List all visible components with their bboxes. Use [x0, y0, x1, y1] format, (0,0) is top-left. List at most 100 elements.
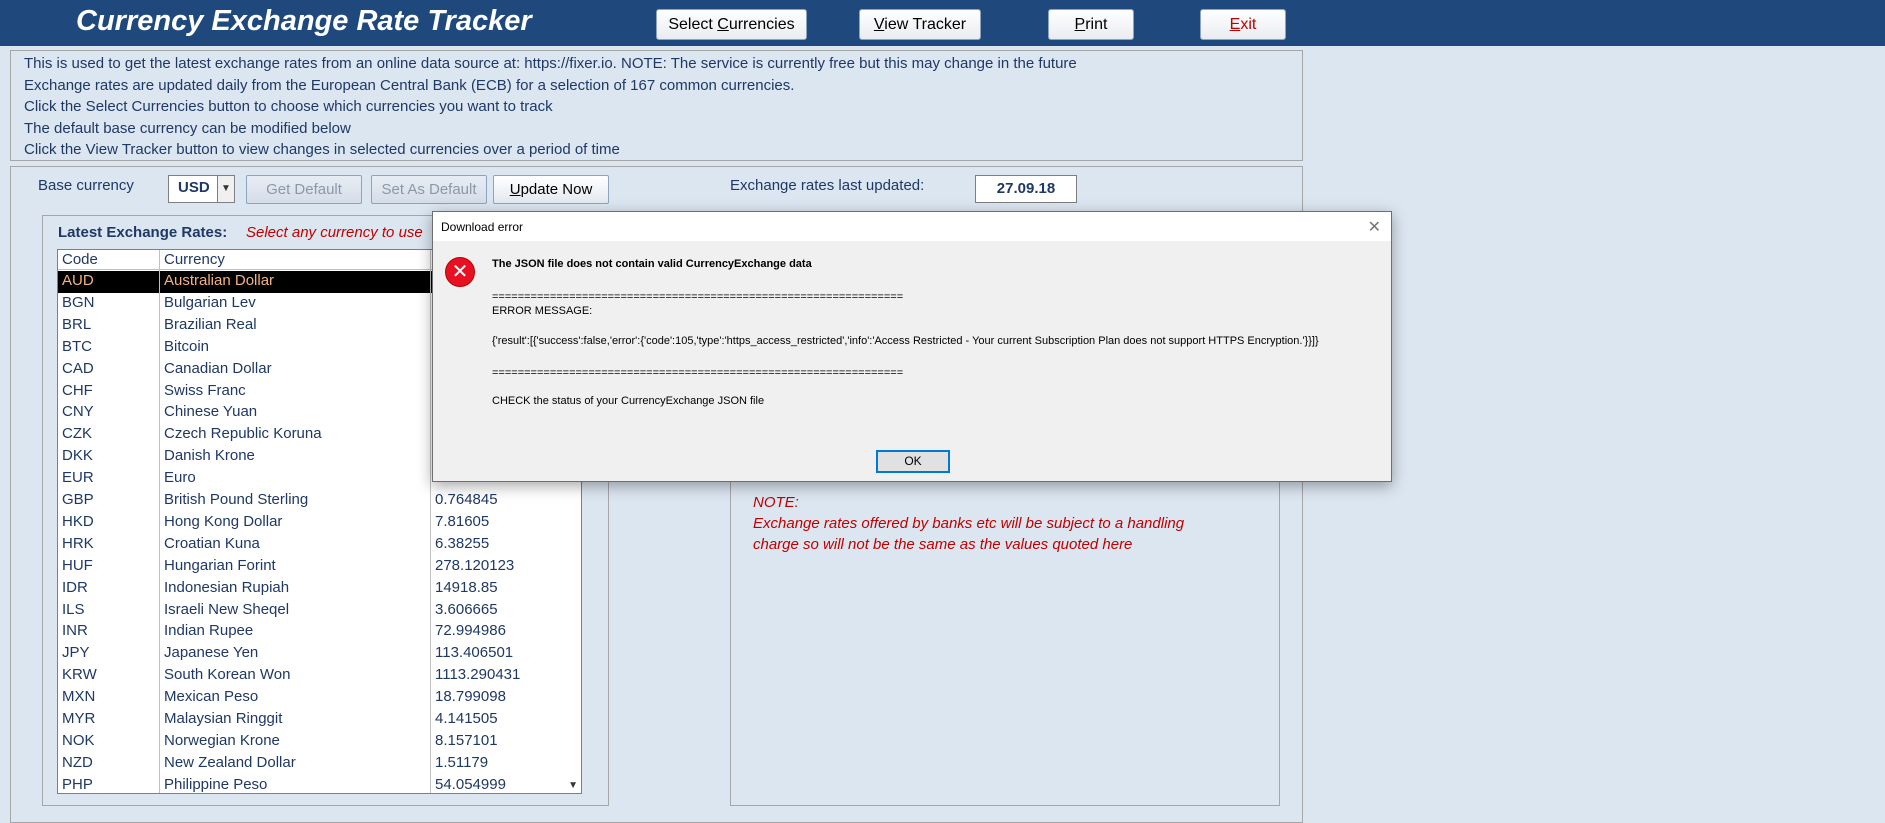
table-row[interactable]: NOK Norwegian Krone 8.157101 — [58, 731, 566, 753]
cell-currency: British Pound Sterling — [164, 491, 309, 508]
cell-rate: 8.157101 — [435, 731, 498, 749]
cell-rate: 278.120123 — [435, 556, 515, 574]
table-row[interactable]: MXN Mexican Peso 18.799098 — [58, 687, 566, 709]
cell-currency: Israeli New Sheqel — [164, 600, 290, 618]
last-updated-value: 27.09.18 — [975, 175, 1077, 203]
update-now-label-post: pdate Now — [520, 181, 593, 198]
ok-button[interactable]: OK — [876, 450, 950, 473]
table-row[interactable]: HRK Croatian Kuna 6.38255 — [58, 534, 566, 556]
base-currency-select[interactable]: USD ▼ — [168, 175, 235, 203]
dialog-footer: CHECK the status of your CurrencyExchang… — [492, 395, 765, 407]
note-text: charge so will not be the same as the va… — [753, 536, 1133, 553]
last-updated-label: Exchange rates last updated: — [730, 177, 925, 194]
info-line: Exchange rates are updated daily from th… — [24, 77, 795, 94]
table-row[interactable]: PHP Philippine Peso 54.054999 — [58, 775, 566, 793]
set-as-default-button[interactable]: Set As Default — [371, 175, 487, 204]
print-label-post: rint — [1085, 16, 1108, 33]
cell-currency: Malaysian Ringgit — [164, 710, 283, 727]
exit-button[interactable]: Exit — [1200, 9, 1286, 40]
info-line: Click the Select Currencies button to ch… — [24, 98, 553, 115]
cell-currency: Euro — [164, 469, 196, 487]
cell-code: GBP — [62, 491, 94, 508]
table-row[interactable]: HUF Hungarian Forint 278.120123 — [58, 556, 566, 578]
info-line: Click the View Tracker button to view ch… — [24, 141, 620, 158]
cell-code: INR — [62, 622, 88, 640]
column-divider — [430, 250, 431, 793]
cell-code: JPY — [62, 644, 90, 662]
cell-currency: Canadian Dollar — [164, 359, 272, 377]
cell-code: BGN — [62, 293, 95, 311]
cell-code: BRL — [62, 315, 92, 333]
print-button[interactable]: Print — [1048, 9, 1134, 40]
cell-code: PHP — [62, 775, 93, 793]
select-currencies-button[interactable]: Select Currencies — [656, 9, 807, 40]
table-row[interactable]: ILS Israeli New Sheqel 3.606665 — [58, 600, 566, 622]
close-icon[interactable]: ✕ — [1368, 217, 1381, 237]
note-text: Exchange rates offered by banks etc will… — [753, 515, 1185, 532]
dialog-error-message: {'result':[{'success':false,'error':{'co… — [492, 335, 1319, 347]
rates-title: Latest Exchange Rates: — [58, 224, 228, 241]
cell-rate: 6.38255 — [435, 534, 490, 552]
chevron-down-icon[interactable]: ▼ — [568, 780, 578, 791]
dialog-heading: The JSON file does not contain valid Cur… — [492, 258, 812, 270]
title-bar: Currency Exchange Rate Tracker Select Cu… — [0, 0, 1885, 46]
table-row[interactable]: IDR Indonesian Rupiah 14918.85 — [58, 578, 566, 600]
dialog-titlebar: Download error ✕ — [433, 212, 1391, 241]
select-currencies-label-post: urrencies — [728, 16, 795, 33]
table-row[interactable]: MYR Malaysian Ringgit 4.141505 — [58, 709, 566, 731]
cell-code: NOK — [62, 731, 95, 749]
info-line: The default base currency can be modifie… — [24, 120, 351, 137]
download-error-dialog: Download error ✕ ✕ The JSON file does no… — [432, 211, 1392, 482]
cell-currency: Indian Rupee — [164, 622, 254, 640]
cell-currency: Chinese Yuan — [164, 403, 258, 421]
cell-currency: Swiss Franc — [164, 381, 246, 399]
cell-code: MYR — [62, 710, 96, 727]
column-divider — [159, 250, 160, 793]
dialog-title: Download error — [441, 220, 524, 234]
cell-rate: 4.141505 — [435, 710, 498, 727]
table-row[interactable]: GBP British Pound Sterling 0.764845 — [58, 490, 566, 512]
print-label-accel: P — [1074, 16, 1086, 33]
chevron-down-icon[interactable]: ▼ — [217, 176, 234, 202]
update-now-button[interactable]: Update Now — [493, 175, 609, 204]
cell-code: NZD — [62, 753, 93, 771]
select-currencies-label-pre: Select — [668, 16, 718, 33]
cell-code: HRK — [62, 534, 94, 552]
cell-currency: Czech Republic Koruna — [164, 425, 322, 443]
rates-hint: Select any currency to use — [246, 224, 423, 241]
cell-rate: 1113.290431 — [435, 666, 521, 684]
cell-currency: Philippine Peso — [164, 775, 268, 793]
table-row[interactable]: INR Indian Rupee 72.994986 — [58, 621, 566, 643]
cell-code: ILS — [62, 600, 85, 618]
cell-rate: 3.606665 — [435, 600, 498, 618]
error-icon: ✕ — [445, 257, 475, 287]
cell-code: CAD — [62, 359, 94, 377]
cell-currency: Norwegian Krone — [164, 731, 280, 749]
cell-currency: Mexican Peso — [164, 688, 259, 706]
cell-code: CHF — [62, 381, 93, 399]
cell-code: KRW — [62, 666, 97, 684]
get-default-button[interactable]: Get Default — [246, 175, 362, 204]
dialog-separator: ========================================… — [492, 291, 904, 303]
table-row[interactable]: JPY Japanese Yen 113.406501 — [58, 643, 566, 665]
dialog-error-label: ERROR MESSAGE: — [492, 305, 593, 317]
app-title: Currency Exchange Rate Tracker — [76, 5, 532, 37]
cell-code: AUD — [62, 272, 94, 289]
exit-label-accel: E — [1229, 16, 1241, 33]
column-header-code: Code — [62, 251, 98, 268]
info-line: This is used to get the latest exchange … — [24, 55, 1077, 72]
cell-currency: New Zealand Dollar — [164, 753, 296, 771]
view-tracker-button[interactable]: View Tracker — [859, 9, 981, 40]
dialog-separator: ========================================… — [492, 367, 904, 379]
view-tracker-label-accel: V — [873, 16, 885, 33]
cell-code: MXN — [62, 688, 96, 706]
table-row[interactable]: KRW South Korean Won 1113.290431 — [58, 665, 566, 687]
table-row[interactable]: NZD New Zealand Dollar 1.51179 — [58, 753, 566, 775]
cell-currency: South Korean Won — [164, 666, 291, 684]
cell-rate: 1.51179 — [435, 753, 489, 771]
note-panel — [730, 450, 1280, 806]
table-row[interactable]: HKD Hong Kong Dollar 7.81605 — [58, 512, 566, 534]
cell-code: BTC — [62, 337, 92, 355]
exit-label-post: xit — [1240, 16, 1257, 33]
note-heading: NOTE: — [753, 494, 799, 511]
